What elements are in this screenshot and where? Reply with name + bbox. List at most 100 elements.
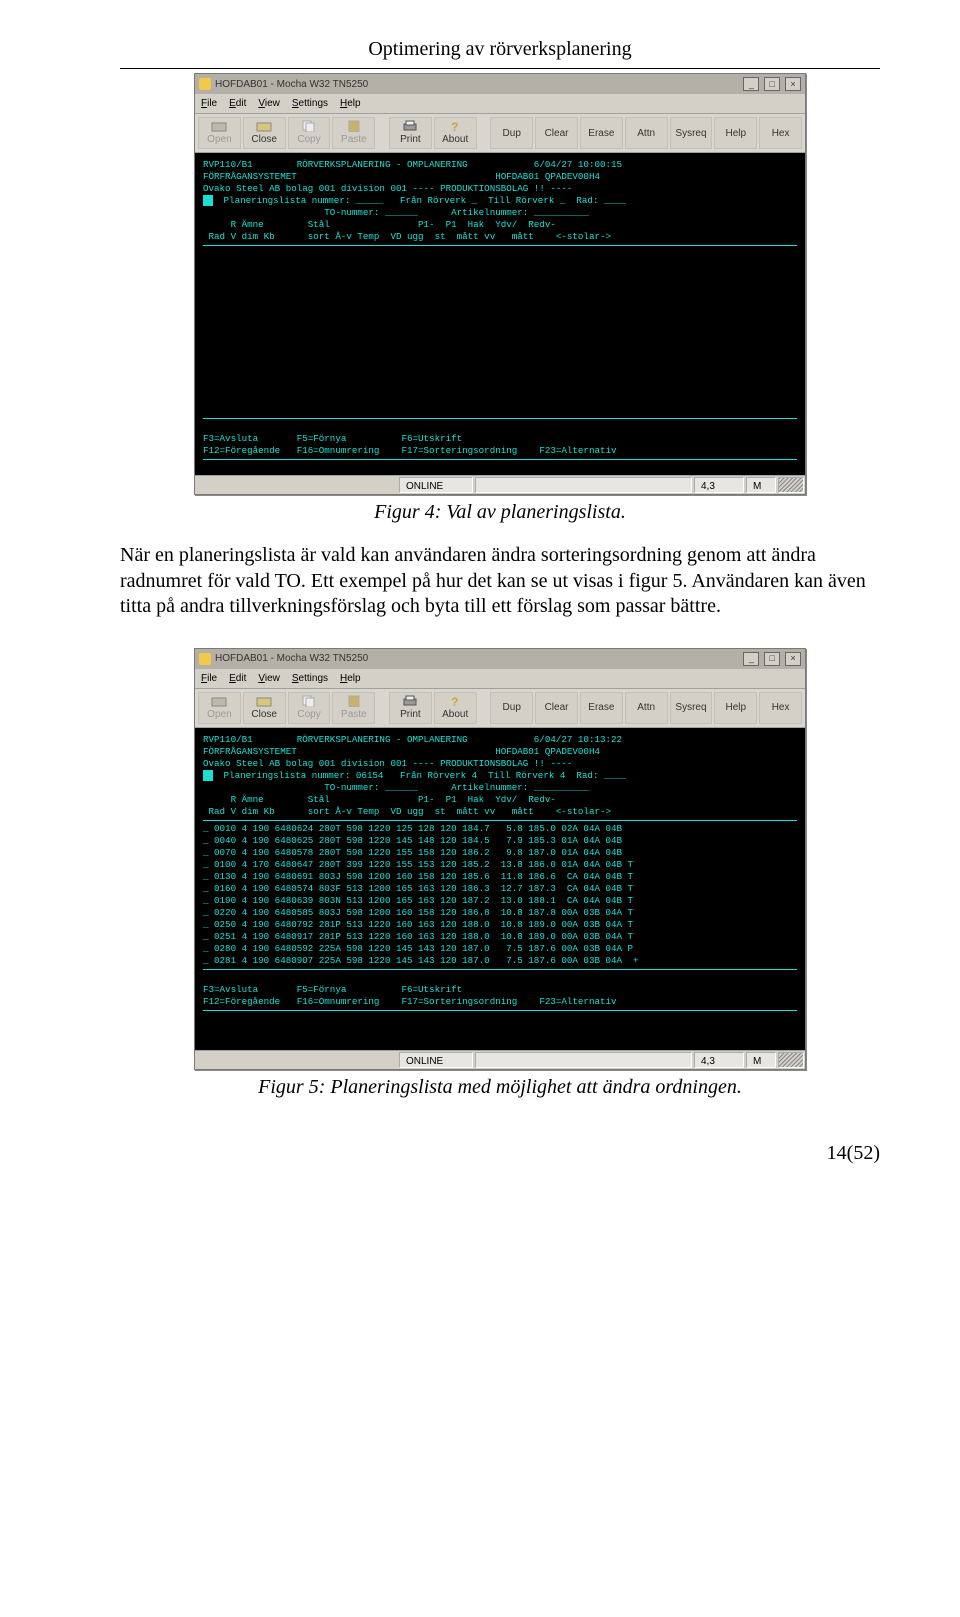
clear-button[interactable]: Clear — [535, 692, 578, 724]
table-row: _ 0281 4 190 6480907 225A 598 1220 145 1… — [203, 955, 639, 966]
question-icon: ? — [447, 120, 463, 132]
close-button[interactable]: × — [785, 652, 801, 666]
sysreq-button[interactable]: Sysreq — [670, 692, 713, 724]
terminal-screen-2[interactable]: RVP110/B1 RÖRVERKSPLANERING - OMPLANERIN… — [195, 728, 805, 1050]
menubar: File Edit View Settings Help — [195, 669, 805, 689]
menu-file[interactable]: File — [201, 97, 217, 110]
copy-icon — [301, 120, 317, 132]
app-icon — [199, 78, 211, 90]
menu-edit[interactable]: Edit — [229, 672, 246, 685]
open-button[interactable]: Open — [198, 117, 241, 149]
status-pos: 4,3 — [694, 1052, 744, 1068]
folder-icon — [211, 120, 227, 132]
document-page: Optimering av rörverksplanering HOFDAB01… — [0, 0, 960, 1202]
close-button[interactable]: × — [785, 77, 801, 91]
minimize-button[interactable]: _ — [743, 77, 759, 91]
titlebar: HOFDAB01 - Mocha W32 TN5250 _ □ × — [195, 649, 805, 669]
page-number: 14(52) — [120, 1140, 880, 1166]
hex-button[interactable]: Hex — [759, 117, 802, 149]
menu-help[interactable]: Help — [340, 97, 361, 110]
paste-button[interactable]: Paste — [332, 692, 375, 724]
terminal-screen-1[interactable]: RVP110/B1 RÖRVERKSPLANERING - OMPLANERIN… — [195, 153, 805, 475]
terminal-cursor — [203, 195, 213, 206]
paste-icon — [346, 120, 362, 132]
open-button[interactable]: Open — [198, 692, 241, 724]
terminal-window-fig4: HOFDAB01 - Mocha W32 TN5250 _ □ × File E… — [194, 73, 806, 495]
figure4-caption: Figur 4: Val av planeringslista. — [120, 499, 880, 525]
table-row: _ 0040 4 190 6480625 280T 598 1220 145 1… — [203, 835, 622, 846]
app-icon — [199, 653, 211, 665]
hex-button[interactable]: Hex — [759, 692, 802, 724]
help-button-tb[interactable]: Help — [714, 117, 757, 149]
status-online: ONLINE — [399, 477, 473, 493]
menu-edit[interactable]: Edit — [229, 97, 246, 110]
erase-button[interactable]: Erase — [580, 117, 623, 149]
menu-settings[interactable]: Settings — [292, 672, 328, 685]
status-mode: M — [746, 477, 776, 493]
table-row: _ 0220 4 190 6480585 803J 598 1200 160 1… — [203, 907, 633, 918]
dup-button[interactable]: Dup — [490, 117, 533, 149]
question-icon: ? — [447, 695, 463, 707]
menu-help[interactable]: Help — [340, 672, 361, 685]
about-button[interactable]: ?About — [434, 117, 477, 149]
menu-view[interactable]: View — [258, 672, 280, 685]
status-pos: 4,3 — [694, 477, 744, 493]
status-mode: M — [746, 1052, 776, 1068]
menu-settings[interactable]: Settings — [292, 97, 328, 110]
menu-view[interactable]: View — [258, 97, 280, 110]
table-row: _ 0010 4 190 6480624 280T 598 1220 125 1… — [203, 823, 622, 834]
table-row: _ 0160 4 190 6480574 803F 513 1200 165 1… — [203, 883, 633, 894]
status-bar: ONLINE 4,3 M — [195, 475, 805, 494]
table-row: _ 0100 4 170 6480647 280T 399 1220 155 1… — [203, 859, 633, 870]
print-button[interactable]: Print — [389, 117, 432, 149]
status-bar: ONLINE 4,3 M — [195, 1050, 805, 1069]
attn-button[interactable]: Attn — [625, 692, 668, 724]
help-button-tb[interactable]: Help — [714, 692, 757, 724]
paste-button[interactable]: Paste — [332, 117, 375, 149]
paste-icon — [346, 695, 362, 707]
svg-text:?: ? — [451, 695, 458, 707]
close-button-tb[interactable]: Close — [243, 692, 286, 724]
table-row: _ 0250 4 190 6480792 281P 513 1220 160 1… — [203, 919, 633, 930]
terminal-window-fig5: HOFDAB01 - Mocha W32 TN5250 _ □ × File E… — [194, 648, 806, 1070]
table-row: _ 0070 4 190 6480578 280T 598 1220 155 1… — [203, 847, 622, 858]
titlebar: HOFDAB01 - Mocha W32 TN5250 _ □ × — [195, 74, 805, 94]
printer-icon — [402, 695, 418, 707]
close-button-tb[interactable]: Close — [243, 117, 286, 149]
resize-grip[interactable] — [778, 1052, 804, 1068]
menu-file[interactable]: File — [201, 672, 217, 685]
dup-button[interactable]: Dup — [490, 692, 533, 724]
maximize-button[interactable]: □ — [764, 652, 780, 666]
maximize-button[interactable]: □ — [764, 77, 780, 91]
terminal-cursor — [203, 770, 213, 781]
attn-button[interactable]: Attn — [625, 117, 668, 149]
folder-closed-icon — [256, 695, 272, 707]
folder-icon — [211, 695, 227, 707]
copy-button[interactable]: Copy — [288, 117, 331, 149]
window-title: HOFDAB01 - Mocha W32 TN5250 — [215, 652, 368, 665]
about-button[interactable]: ?About — [434, 692, 477, 724]
page-header: Optimering av rörverksplanering — [120, 36, 880, 69]
print-button[interactable]: Print — [389, 692, 432, 724]
table-row: _ 0280 4 190 6480592 225A 598 1220 145 1… — [203, 943, 633, 954]
sysreq-button[interactable]: Sysreq — [670, 117, 713, 149]
copy-button[interactable]: Copy — [288, 692, 331, 724]
figure5-caption: Figur 5: Planeringslista med möjlighet a… — [120, 1074, 880, 1100]
table-row: _ 0251 4 190 6480917 281P 513 1220 160 1… — [203, 931, 633, 942]
minimize-button[interactable]: _ — [743, 652, 759, 666]
status-online: ONLINE — [399, 1052, 473, 1068]
erase-button[interactable]: Erase — [580, 692, 623, 724]
resize-grip[interactable] — [778, 477, 804, 493]
toolbar: Open Close Copy Paste Print ?About Dup C… — [195, 689, 805, 728]
table-row: _ 0190 4 190 6480639 803N 513 1200 165 1… — [203, 895, 633, 906]
svg-text:?: ? — [451, 120, 458, 132]
body-paragraph: När en planeringslista är vald kan använ… — [120, 543, 880, 620]
toolbar: Open Close Copy Paste Print ?About Dup C… — [195, 114, 805, 153]
copy-icon — [301, 695, 317, 707]
menubar: File Edit View Settings Help — [195, 94, 805, 114]
table-row: _ 0130 4 190 6480691 803J 598 1200 160 1… — [203, 871, 633, 882]
folder-closed-icon — [256, 120, 272, 132]
printer-icon — [402, 120, 418, 132]
window-title: HOFDAB01 - Mocha W32 TN5250 — [215, 78, 368, 91]
clear-button[interactable]: Clear — [535, 117, 578, 149]
